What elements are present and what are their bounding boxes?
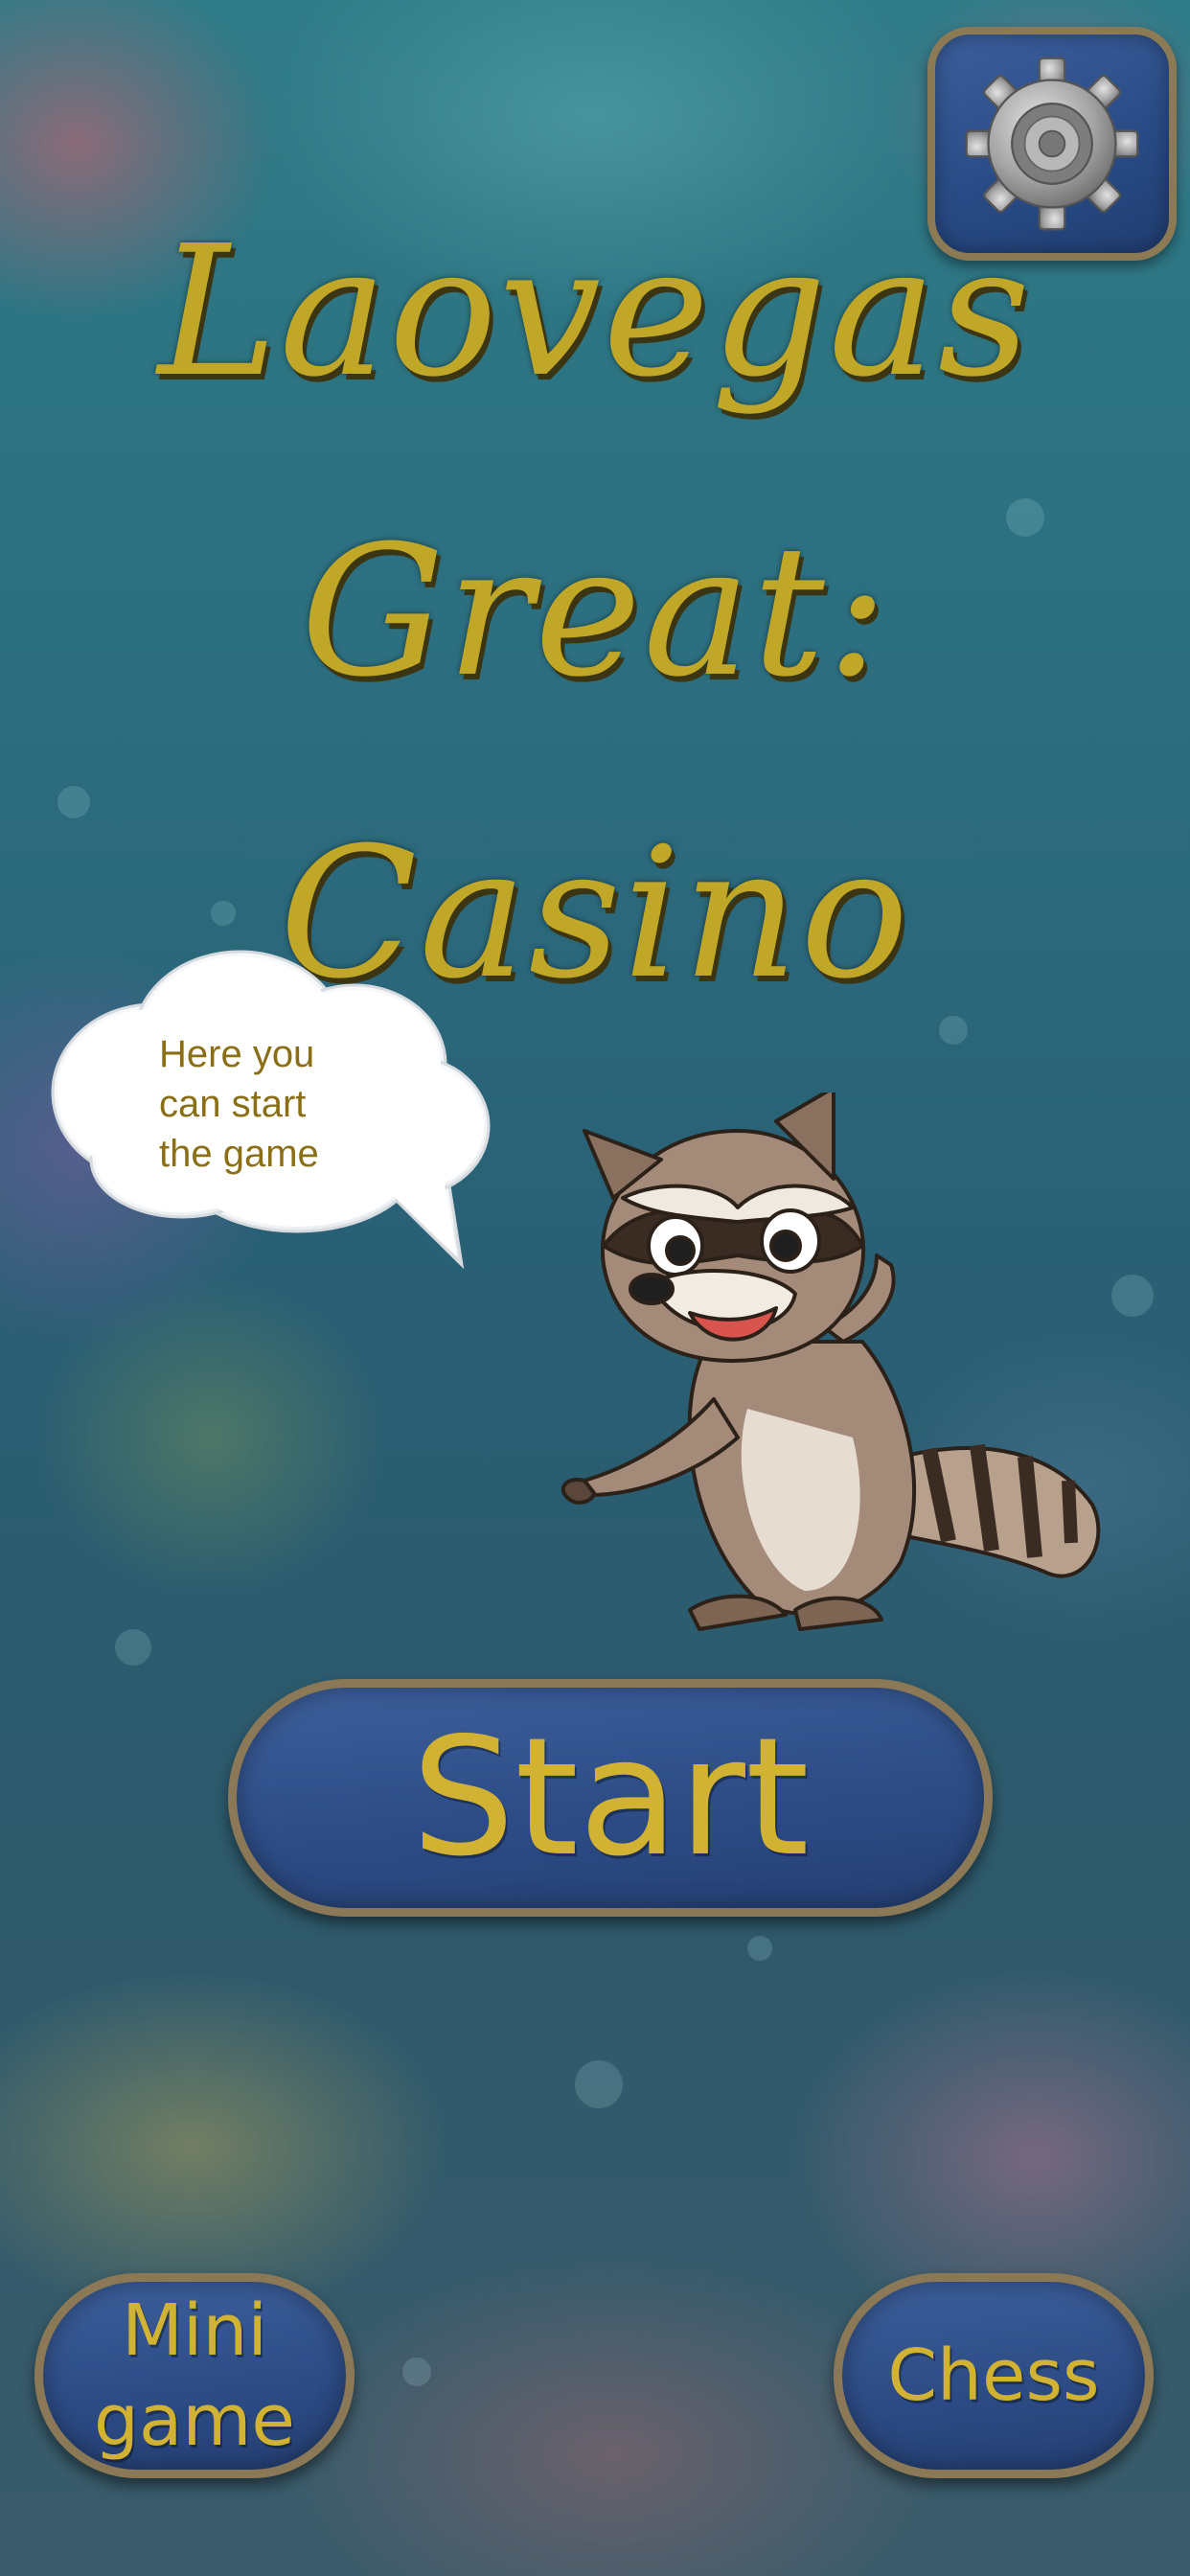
raccoon-mascot: [561, 1092, 1101, 1631]
mini-game-button[interactable]: Mini game: [34, 2273, 355, 2478]
start-button[interactable]: Start: [228, 1679, 993, 1917]
title-line-2: Great:: [300, 507, 890, 717]
speech-bubble-text: Here you can start the game: [159, 1033, 319, 1175]
chess-button[interactable]: Chess: [834, 2273, 1154, 2478]
title-line-1: Laovegas: [157, 207, 1033, 417]
